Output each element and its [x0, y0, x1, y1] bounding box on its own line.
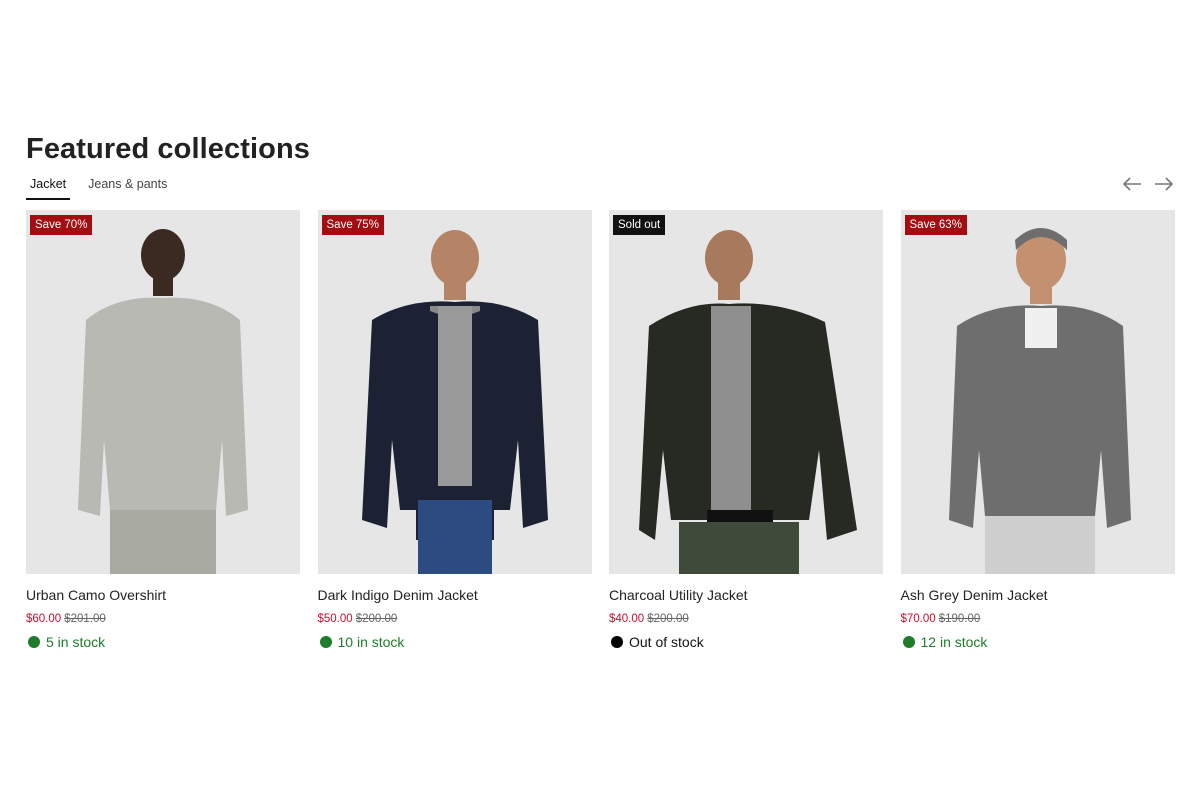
- sale-price: $40.00: [609, 613, 645, 625]
- product-card: Sold out Charcoal Utility Jacket $40.00 $…: [609, 210, 883, 650]
- product-title[interactable]: Dark Indigo Denim Jacket: [318, 586, 592, 604]
- stock-status: 10 in stock: [318, 634, 592, 650]
- prev-button[interactable]: [1122, 174, 1142, 194]
- sale-price: $50.00: [317, 613, 353, 625]
- price-row: $50.00 $200.00: [318, 612, 592, 626]
- tab-jeans-pants[interactable]: Jeans & pants: [84, 174, 171, 198]
- price-row: $60.00 $201.00: [26, 612, 300, 626]
- price-row: $40.00 $200.00: [609, 612, 883, 626]
- stock-dot-icon: [611, 636, 623, 648]
- sale-price: $60.00: [26, 613, 62, 625]
- stock-status: 12 in stock: [901, 634, 1175, 650]
- tabs-row: Jacket Jeans & pants: [26, 174, 1174, 204]
- next-button[interactable]: [1154, 174, 1174, 194]
- sale-badge: Save 70%: [30, 215, 93, 235]
- model-photo: [639, 230, 857, 574]
- arrow-right-icon: [1155, 177, 1174, 191]
- sale-badge: Save 75%: [321, 215, 384, 235]
- sale-price: $70.00: [900, 613, 936, 625]
- product-title[interactable]: Ash Grey Denim Jacket: [901, 586, 1175, 604]
- sold-out-badge: Sold out: [613, 215, 666, 235]
- section-title: Featured collections: [26, 133, 311, 165]
- product-card: Save 75% Dark Indigo Denim Jacket $50.00…: [317, 210, 592, 650]
- featured-collections-section: Featured collections Jacket Jeans & pant…: [26, 130, 1175, 650]
- stock-dot-icon: [902, 636, 915, 648]
- stock-label: Out of stock: [629, 634, 704, 650]
- product-grid: Save 70% Urban Camo Overshirt $60.00 $201…: [26, 210, 1175, 650]
- product-image[interactable]: Sold out: [609, 210, 883, 574]
- price-row: $70.00 $190.00: [901, 612, 1175, 626]
- stock-dot-icon: [28, 636, 40, 648]
- product-card: Save 70% Urban Camo Overshirt $60.00 $201…: [26, 210, 300, 650]
- compare-price: $190.00: [938, 613, 981, 625]
- product-title[interactable]: Urban Camo Overshirt: [26, 586, 300, 604]
- arrow-left-icon: [1122, 177, 1141, 191]
- product-image[interactable]: Save 70%: [26, 210, 300, 574]
- model-photo: [361, 230, 548, 574]
- stock-label: 5 in stock: [46, 634, 106, 650]
- product-image[interactable]: Save 75%: [317, 210, 592, 574]
- sale-badge: Save 63%: [904, 215, 967, 235]
- stock-status: 5 in stock: [26, 634, 300, 650]
- product-title[interactable]: Charcoal Utility Jacket: [609, 586, 883, 604]
- compare-price: $200.00: [355, 613, 398, 625]
- stock-dot-icon: [319, 636, 332, 648]
- model-photo: [948, 228, 1131, 574]
- carousel-controls: [1122, 174, 1174, 194]
- product-image[interactable]: Save 63%: [900, 210, 1175, 574]
- product-card: Save 63% Ash Grey Denim Jacket $70.00 $19…: [900, 210, 1175, 650]
- stock-label: 12 in stock: [920, 634, 988, 650]
- stock-label: 10 in stock: [337, 634, 405, 650]
- tab-jacket[interactable]: Jacket: [26, 174, 71, 200]
- compare-price: $201.00: [64, 613, 106, 625]
- stock-status: Out of stock: [609, 634, 883, 650]
- collection-tabs: Jacket Jeans & pants: [26, 174, 1174, 200]
- compare-price: $200.00: [647, 613, 689, 625]
- model-photo: [78, 229, 248, 574]
